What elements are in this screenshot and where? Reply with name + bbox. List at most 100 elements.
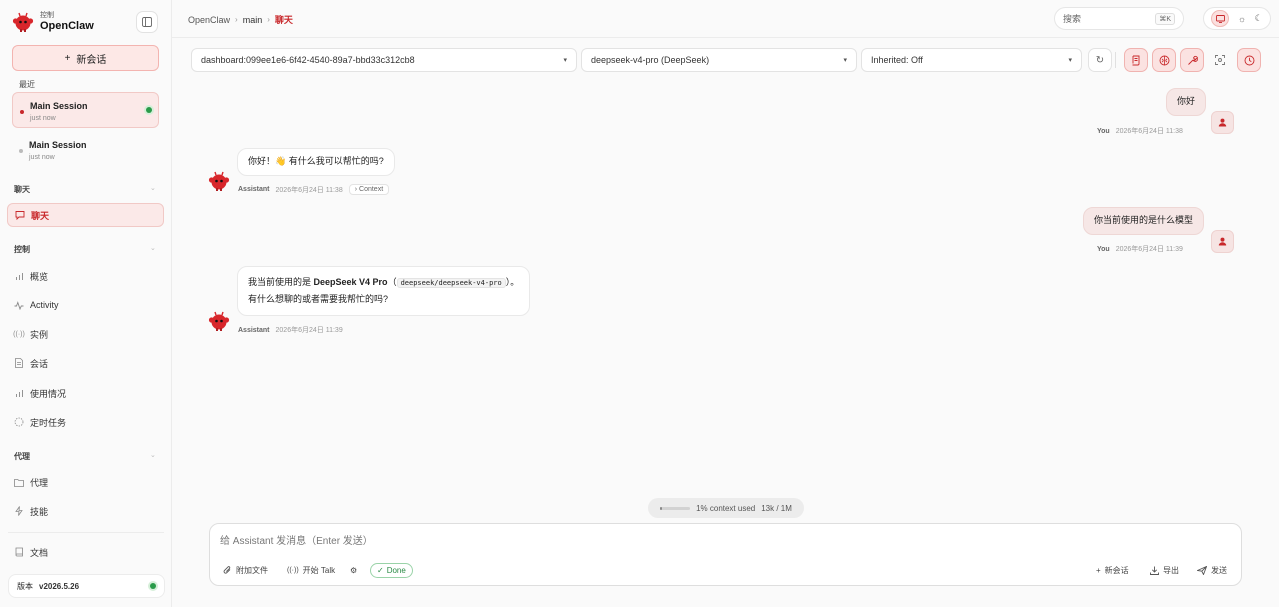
sidebar-item-instances[interactable]: ((·)) 实例 — [7, 322, 164, 346]
search-input[interactable]: 搜索 ⌘K — [1054, 7, 1184, 30]
bar-chart-icon — [14, 389, 24, 398]
attach-file-button[interactable]: 附加文件 — [223, 562, 268, 578]
check-icon: ✓ — [377, 565, 384, 575]
message-text: ）。 — [505, 277, 520, 287]
model-select[interactable]: deepseek-v4-pro (DeepSeek) ▾ — [581, 48, 857, 72]
session-item[interactable]: Main Session just now — [12, 132, 159, 168]
history-button[interactable] — [1237, 48, 1261, 72]
online-status-dot — [146, 107, 152, 113]
message-author: Assistant — [238, 186, 270, 193]
assistant-avatar — [208, 171, 230, 191]
model-id-code: deepseek/deepseek-v4-pro — [396, 278, 506, 288]
user-icon — [1218, 237, 1227, 246]
search-placeholder: 搜索 — [1063, 14, 1082, 24]
sidebar-item-label: Activity — [30, 300, 59, 310]
sidebar-item-chat[interactable]: 聊天 — [7, 203, 164, 227]
settings-button[interactable]: ⚙ — [350, 562, 357, 578]
sidebar-item-skills[interactable]: 技能 — [7, 499, 164, 523]
assistant-avatar — [208, 311, 230, 331]
wrench-icon — [1187, 55, 1198, 65]
version-label: 版本 — [17, 581, 33, 591]
breadcrumb-item[interactable]: OpenClaw — [188, 15, 230, 25]
main-panel: OpenClaw › main › 聊天 搜索 ⌘K ☼ ☾ dashboard… — [172, 0, 1279, 607]
sidebar-item-cron[interactable]: 定时任务 — [7, 410, 164, 434]
focus-button[interactable] — [1208, 48, 1232, 72]
sidebar-item-label: 聊天 — [31, 210, 50, 221]
model-select-value: deepseek-v4-pro (DeepSeek) — [591, 55, 710, 65]
divider — [1115, 52, 1116, 68]
folder-icon — [14, 478, 24, 487]
chevron-down-icon[interactable]: ⌄ — [150, 451, 156, 459]
message-input[interactable] — [220, 532, 1230, 550]
start-talk-button[interactable]: ((·)) 开始 Talk — [287, 562, 335, 578]
focus-icon — [1215, 55, 1225, 65]
context-toggle[interactable]: › Context — [348, 184, 390, 195]
version-badge: 版本 v2026.5.26 — [8, 574, 165, 598]
done-chip: ✓ Done — [370, 562, 413, 578]
new-chat-button[interactable]: + 新会话 — [12, 45, 159, 71]
session-time: just now — [29, 154, 55, 161]
tools-button[interactable] — [1180, 48, 1204, 72]
send-button[interactable]: 发送 — [1197, 562, 1227, 578]
sidebar-item-label: 代理 — [30, 477, 49, 488]
user-message: 你当前使用的是什么模型 — [1083, 207, 1205, 235]
message-author: You — [1097, 127, 1110, 135]
panel-icon — [142, 17, 152, 27]
session-select[interactable]: dashboard:099ee1e6-6f42-4540-89a7-bbd33c… — [191, 48, 577, 72]
message-line: 我当前使用的是 DeepSeek V4 Pro（ deepseek/deepsee… — [248, 274, 519, 291]
divider — [8, 532, 164, 533]
done-status[interactable]: ✓ Done — [370, 562, 413, 578]
message-time: 2026年6月24日 11:39 — [275, 327, 343, 334]
sidebar-item-overview[interactable]: 概览 — [7, 264, 164, 288]
message-line: 有什么想聊的或者需要我帮忙的吗? — [248, 294, 389, 305]
chevron-down-icon: ▾ — [1068, 57, 1072, 64]
scroll-icon — [1132, 55, 1140, 65]
recent-label: 最近 — [19, 80, 35, 89]
export-label: 导出 — [1163, 565, 1179, 575]
thinking-button[interactable] — [1152, 48, 1176, 72]
chevron-down-icon[interactable]: ⌄ — [150, 184, 156, 192]
group-label-agent: 代理 — [14, 452, 30, 461]
context-usage-bar — [660, 506, 691, 510]
user-avatar — [1211, 111, 1234, 134]
group-label-control: 控制 — [14, 245, 30, 254]
brand[interactable]: 控制 OpenClaw — [12, 10, 94, 34]
sidebar-item-label: 会话 — [30, 358, 49, 369]
session-item[interactable]: Main Session just now — [12, 92, 159, 128]
session-dot — [19, 149, 23, 153]
sidebar-item-label: 概览 — [30, 271, 49, 282]
version-value: v2026.5.26 — [39, 581, 80, 591]
sidebar-item-agents[interactable]: 代理 — [7, 470, 164, 494]
group-label-chat: 聊天 — [14, 185, 30, 194]
message-meta: You 2026年6月24日 11:38 — [1097, 126, 1183, 136]
refresh-button[interactable]: ↻ — [1088, 48, 1112, 72]
message-text: （ — [387, 277, 397, 287]
chevron-right-icon: › — [267, 15, 270, 24]
refresh-icon: ↻ — [1095, 54, 1105, 66]
start-talk-label: 开始 Talk — [302, 565, 336, 575]
topbar: OpenClaw › main › 聊天 搜索 ⌘K ☼ ☾ — [172, 0, 1279, 38]
monitor-icon[interactable] — [1211, 10, 1230, 27]
pulse-icon — [14, 300, 24, 310]
transcript-button[interactable] — [1124, 48, 1148, 72]
sidebar-item-sessions[interactable]: 会话 — [7, 351, 164, 375]
moon-icon[interactable]: ☾ — [1255, 13, 1263, 24]
thinking-select[interactable]: Inherited: Off ▾ — [861, 48, 1082, 72]
message-text: 我当前使用的是 — [248, 277, 314, 287]
export-button[interactable]: 导出 — [1150, 562, 1179, 578]
sidebar-item-usage[interactable]: 使用情况 — [7, 381, 164, 405]
message-meta: Assistant 2026年6月24日 11:38 › Context — [238, 184, 390, 195]
sidebar-item-activity[interactable]: Activity — [7, 293, 164, 317]
session-title: Main Session — [30, 101, 88, 111]
breadcrumb-item[interactable]: main — [243, 15, 263, 25]
sidebar-item-label: 实例 — [30, 329, 49, 340]
sidebar-item-docs[interactable]: 文档 — [7, 540, 164, 564]
new-session-button[interactable]: + 新会话 — [1096, 562, 1129, 578]
chevron-down-icon[interactable]: ⌄ — [150, 244, 156, 252]
collapse-sidebar-button[interactable] — [136, 11, 158, 33]
context-usage-indicator: 1% context used 13k / 1M — [648, 498, 804, 518]
context-label: Context — [359, 186, 384, 193]
bar-chart-icon — [14, 272, 24, 281]
sun-icon[interactable]: ☼ — [1238, 14, 1246, 24]
sidebar-item-label: 文档 — [30, 547, 49, 558]
